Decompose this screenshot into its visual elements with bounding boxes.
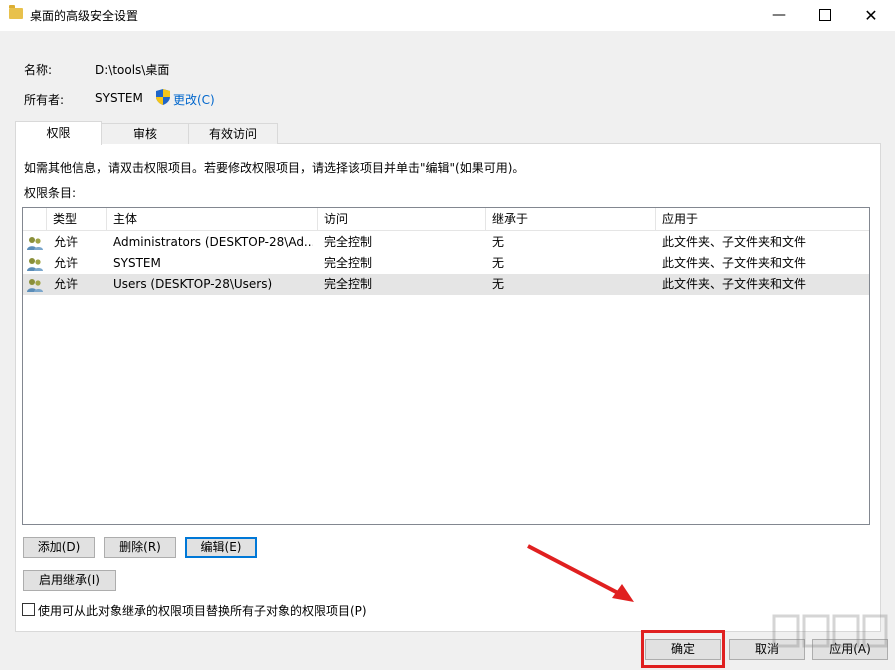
tab-permissions[interactable]: 权限 xyxy=(15,121,102,145)
owner-label: 所有者: xyxy=(24,93,65,107)
window-title: 桌面的高级安全设置 xyxy=(30,9,139,23)
row-access: 完全控制 xyxy=(324,235,373,249)
column-access[interactable]: 访问 xyxy=(318,208,486,230)
row-type: 允许 xyxy=(54,235,79,249)
close-button[interactable]: ✕ xyxy=(848,0,894,31)
title-bar: 桌面的高级安全设置 — ✕ xyxy=(0,0,895,31)
tab-auditing[interactable]: 审核 xyxy=(101,123,189,144)
user-group-icon xyxy=(27,279,43,292)
row-inherited-from: 无 xyxy=(492,235,505,249)
replace-child-permissions-checkbox[interactable] xyxy=(22,603,35,616)
folder-icon xyxy=(9,5,23,19)
row-principal: SYSTEM xyxy=(113,256,161,270)
row-inherited-from: 无 xyxy=(492,256,505,270)
maximize-button[interactable] xyxy=(802,0,848,31)
user-group-icon xyxy=(27,237,43,250)
remove-button[interactable]: 删除(R) xyxy=(104,537,176,558)
row-applies-to: 此文件夹、子文件夹和文件 xyxy=(662,235,807,249)
red-arrow-icon xyxy=(527,544,634,602)
row-type: 允许 xyxy=(54,256,79,270)
table-row[interactable]: 允许 Administrators (DESKTOP-28\Ad... 完全控制… xyxy=(23,232,869,253)
owner-value: SYSTEM xyxy=(95,91,143,105)
row-applies-to: 此文件夹、子文件夹和文件 xyxy=(662,256,807,270)
column-inherited-from[interactable]: 继承于 xyxy=(486,208,656,230)
minimize-button[interactable]: — xyxy=(756,0,802,31)
row-principal: Administrators (DESKTOP-28\Ad... xyxy=(113,235,313,249)
column-applies-to[interactable]: 应用于 xyxy=(656,208,869,230)
column-icon xyxy=(23,208,47,230)
row-access: 完全控制 xyxy=(324,277,373,291)
row-applies-to: 此文件夹、子文件夹和文件 xyxy=(662,277,807,291)
table-row[interactable]: 允许 Users (DESKTOP-28\Users) 完全控制 无 此文件夹、… xyxy=(23,274,869,295)
shield-icon xyxy=(156,89,170,105)
table-row[interactable]: 允许 SYSTEM 完全控制 无 此文件夹、子文件夹和文件 xyxy=(23,253,869,274)
edit-button[interactable]: 编辑(E) xyxy=(185,537,257,558)
list-header: 类型 主体 访问 继承于 应用于 xyxy=(23,208,869,231)
enable-inheritance-button[interactable]: 启用继承(I) xyxy=(23,570,116,591)
column-type[interactable]: 类型 xyxy=(47,208,107,230)
watermark-logo xyxy=(772,614,888,648)
name-label: 名称: xyxy=(24,63,53,77)
highlight-box xyxy=(641,630,725,668)
replace-child-permissions-label: 使用可从此对象继承的权限项目替换所有子对象的权限项目(P) xyxy=(38,604,367,618)
maximize-icon xyxy=(819,9,831,21)
row-inherited-from: 无 xyxy=(492,277,505,291)
permission-entries-label: 权限条目: xyxy=(24,186,77,200)
row-access: 完全控制 xyxy=(324,256,373,270)
row-type: 允许 xyxy=(54,277,79,291)
tab-effective-access[interactable]: 有效访问 xyxy=(188,123,278,144)
permission-entries-list[interactable]: 类型 主体 访问 继承于 应用于 允许 Administrators (DESK… xyxy=(22,207,870,525)
user-group-icon xyxy=(27,258,43,271)
column-principal[interactable]: 主体 xyxy=(107,208,318,230)
name-value: D:\tools\桌面 xyxy=(95,63,170,77)
change-owner-link[interactable]: 更改(C) xyxy=(173,91,215,108)
add-button[interactable]: 添加(D) xyxy=(23,537,95,558)
info-text: 如需其他信息，请双击权限项目。若要修改权限项目，请选择该项目并单击"编辑"(如果… xyxy=(24,161,525,175)
row-principal: Users (DESKTOP-28\Users) xyxy=(113,277,273,291)
